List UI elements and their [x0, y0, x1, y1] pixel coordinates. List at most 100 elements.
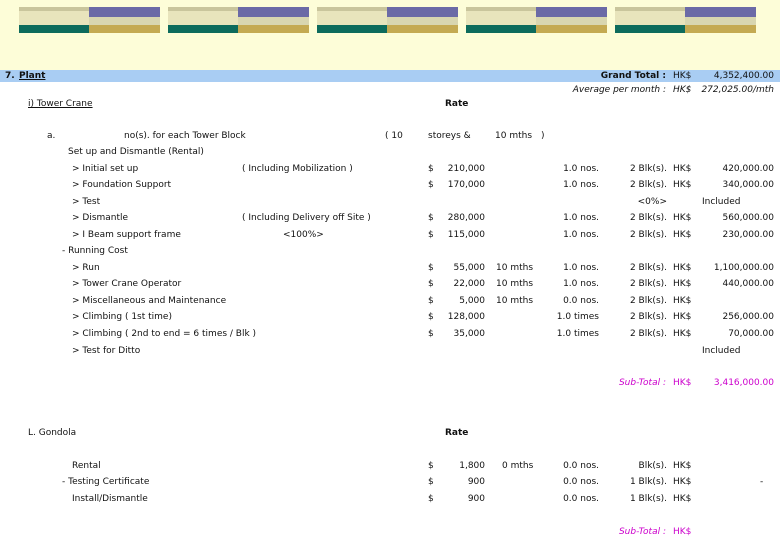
row-rate-currency: $ — [428, 230, 434, 240]
row-blocks: 2 Blk(s). — [629, 213, 667, 223]
row-description: > Run — [72, 263, 100, 273]
row-blocks: 2 Blk(s). — [629, 164, 667, 174]
row-blocks: 2 Blk(s). — [629, 312, 667, 322]
row-amount-currency: HK$ — [673, 312, 692, 322]
row-amount: 230,000.00 — [722, 230, 774, 240]
row-description: > Climbing ( 2nd to end = 6 times / Blk … — [72, 329, 257, 339]
row-description: > I Beam support frame — [72, 230, 181, 240]
row-rate-currency: $ — [428, 180, 434, 190]
row-blocks: Blk(s). — [638, 461, 667, 471]
row-quantity: 1.0 nos. — [563, 230, 599, 240]
row-quantity: 1.0 nos. — [563, 164, 599, 174]
row-rate: 115,000 — [447, 230, 485, 240]
row-quantity: 0.0 nos. — [563, 494, 599, 504]
row-description: Rental — [72, 461, 101, 471]
row-description: > Test — [72, 197, 101, 207]
row-quantity: 0.0 nos. — [563, 296, 599, 306]
row-quantity: 1.0 nos. — [563, 213, 599, 223]
row-months: 10 mths — [496, 263, 534, 273]
row-amount: 1,100,000.00 — [713, 263, 774, 273]
row-rate-currency: $ — [428, 279, 434, 289]
sub-item-a-months: 10 mths — [495, 131, 533, 141]
section-header-bar: 7. Plant Grand Total : HK$ 4,352,400.00 — [0, 70, 780, 82]
row-amount: 70,000.00 — [728, 329, 774, 339]
row-rate: 128,000 — [447, 312, 485, 322]
row-amount: Included — [702, 197, 741, 207]
row-amount-currency: HK$ — [673, 164, 692, 174]
row-rate: 210,000 — [447, 164, 485, 174]
row-amount-currency: HK$ — [673, 296, 692, 306]
row-quantity: 0.0 nos. — [563, 477, 599, 487]
row-rate-currency: $ — [428, 477, 434, 487]
row-blocks: 2 Blk(s). — [629, 329, 667, 339]
row-months: 0 mths — [502, 461, 534, 471]
row-amount-currency: HK$ — [673, 477, 692, 487]
row-amount-currency: HK$ — [673, 213, 692, 223]
row-amount: 340,000.00 — [722, 180, 774, 190]
tower-crane-subtotal-currency: HK$ — [673, 378, 692, 388]
row-description: > Tower Crane Operator — [72, 279, 182, 289]
row-blocks: 2 Blk(s). — [629, 296, 667, 306]
row-description: > Dismantle — [72, 213, 129, 223]
running-cost-heading: - Running Cost — [62, 246, 128, 256]
row-description: > Test for Ditto — [72, 346, 141, 356]
row-quantity: 1.0 nos. — [563, 263, 599, 273]
row-rate: 1,800 — [459, 461, 485, 471]
row-description: > Foundation Support — [72, 180, 172, 190]
row-rate: 5,000 — [459, 296, 485, 306]
row-quantity: 1.0 nos. — [563, 279, 599, 289]
row-quantity: 1.0 nos. — [563, 180, 599, 190]
row-blocks: 1 Blk(s). — [629, 477, 667, 487]
row-months: 10 mths — [496, 296, 534, 306]
sub-item-a-close: ) — [541, 131, 545, 141]
row-amount-currency: HK$ — [673, 279, 692, 289]
gondola-subtotal-label: Sub-Total : — [618, 527, 666, 537]
row-rate-currency: $ — [428, 312, 434, 322]
row-amount-currency: HK$ — [673, 180, 692, 190]
decorative-logo-5 — [615, 7, 756, 33]
row-amount-currency: HK$ — [673, 494, 692, 504]
tower-crane-subtotal-label: Sub-Total : — [618, 378, 666, 388]
row-amount: - — [760, 477, 764, 487]
grand-total-value: 4,352,400.00 — [713, 71, 774, 81]
sub-item-a-storeys: storeys & — [428, 131, 471, 141]
row-description: > Miscellaneous and Maintenance — [72, 296, 227, 306]
row-blocks: 2 Blk(s). — [629, 180, 667, 190]
row-description: Install/Dismantle — [72, 494, 148, 504]
row-note: ( Including Mobilization ) — [242, 164, 353, 174]
row-rate: 900 — [467, 477, 485, 487]
section-number: 7. — [5, 71, 15, 81]
row-months: 10 mths — [496, 279, 534, 289]
row-amount-currency: HK$ — [673, 461, 692, 471]
row-rate: 35,000 — [453, 329, 486, 339]
row-note: <100%> — [283, 230, 324, 240]
decorative-logo-2 — [168, 7, 309, 33]
row-amount: 420,000.00 — [722, 164, 774, 174]
row-amount-currency: HK$ — [673, 230, 692, 240]
row-blocks: 2 Blk(s). — [629, 263, 667, 273]
row-blocks: <0%> — [637, 197, 667, 207]
top-banner — [0, 0, 780, 70]
row-rate-currency: $ — [428, 164, 434, 174]
row-amount: 256,000.00 — [722, 312, 774, 322]
row-quantity: 1.0 times — [556, 329, 599, 339]
grand-total-currency: HK$ — [673, 71, 692, 81]
row-rate: 170,000 — [447, 180, 485, 190]
row-amount-currency: HK$ — [673, 329, 692, 339]
row-blocks: 2 Blk(s). — [629, 230, 667, 240]
decorative-logo-3 — [317, 7, 458, 33]
row-rate: 900 — [467, 494, 485, 504]
row-rate: 55,000 — [453, 263, 486, 273]
row-quantity: 0.0 nos. — [563, 461, 599, 471]
tower-crane-heading: i) Tower Crane — [28, 99, 93, 109]
row-amount: 440,000.00 — [722, 279, 774, 289]
average-per-month-value: 272,025.00/mth — [701, 85, 774, 95]
tower-crane-subtotal-value: 3,416,000.00 — [713, 378, 774, 388]
section-title: Plant — [19, 71, 46, 81]
sub-item-a-description: no(s). for each Tower Block — [124, 131, 246, 141]
row-rate-currency: $ — [428, 296, 434, 306]
row-rate-currency: $ — [428, 213, 434, 223]
row-rate-currency: $ — [428, 494, 434, 504]
average-currency: HK$ — [673, 85, 692, 95]
tower-crane-rate-header: Rate — [445, 99, 469, 109]
